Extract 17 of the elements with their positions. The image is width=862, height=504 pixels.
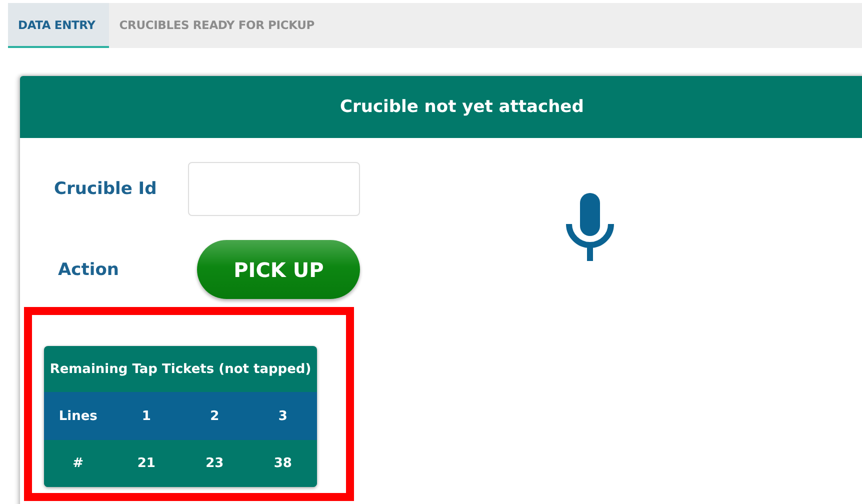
pick-up-button[interactable]: PICK UP bbox=[197, 240, 360, 299]
table-cell-text: 23 bbox=[204, 455, 225, 473]
table-cell-text: 21 bbox=[136, 455, 156, 473]
tab[interactable]: DATA ENTRY bbox=[8, 3, 110, 48]
table-cell-text: 2 bbox=[209, 408, 220, 426]
table-cell-text: 38 bbox=[272, 455, 293, 473]
field-label: Crucible Id bbox=[53, 179, 158, 199]
crucible-id-field[interactable] bbox=[188, 162, 360, 216]
tab[interactable]: CRUCIBLES READY FOR PICKUP bbox=[109, 3, 328, 48]
table-cell-text: # bbox=[72, 455, 85, 473]
field-label: Action bbox=[57, 260, 120, 280]
table-cell-text: 3 bbox=[277, 408, 288, 426]
microphone-icon[interactable] bbox=[566, 193, 614, 261]
table-cell-text: Lines bbox=[58, 408, 98, 426]
table-title: Remaining Tap Tickets (not tapped) bbox=[48, 360, 312, 378]
table-cell-text: 1 bbox=[140, 408, 152, 426]
card-title: Crucible not yet attached bbox=[340, 97, 584, 117]
